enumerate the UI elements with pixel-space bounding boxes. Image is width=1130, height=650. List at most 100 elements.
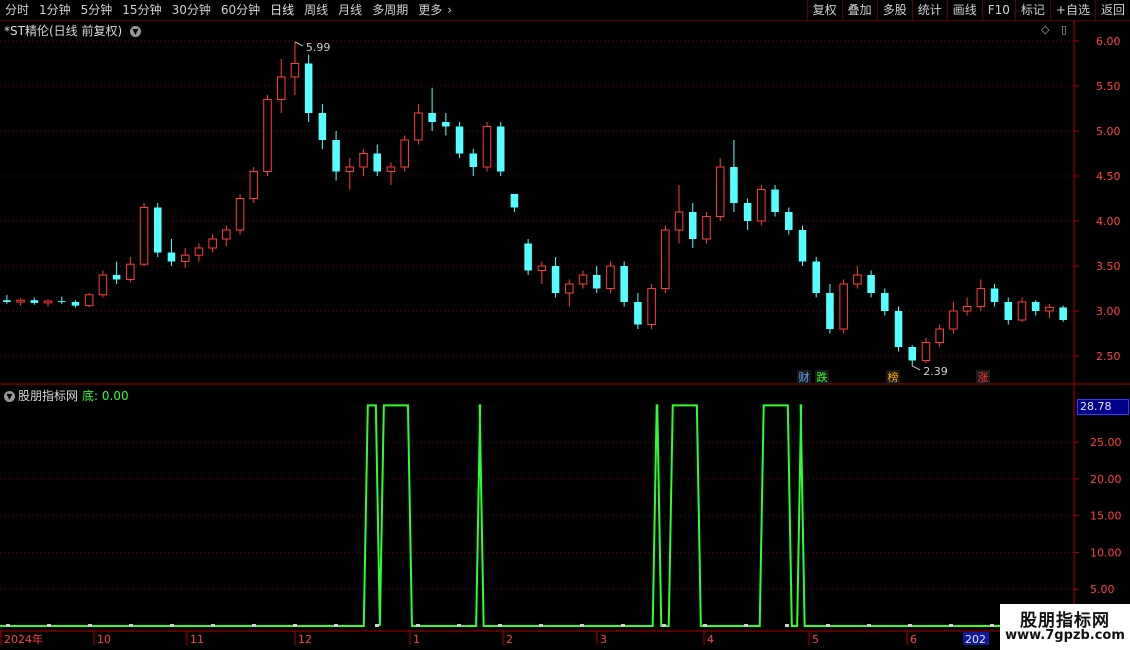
price-tick-label: 5.00 <box>1096 125 1121 138</box>
candle-body-down <box>469 153 478 167</box>
indicator-dot <box>580 624 584 627</box>
indicator-dot <box>6 624 10 627</box>
toolbar-button-6[interactable]: 标记 <box>1014 0 1050 20</box>
period-tab-7[interactable]: 周线 <box>299 0 333 20</box>
toolbar-button-1[interactable]: 叠加 <box>841 0 877 20</box>
time-tick-label: 1 <box>413 633 420 646</box>
watermark: 股朋指标网 www.7gpzb.com <box>1000 604 1130 650</box>
window-icon[interactable]: ▯ <box>1061 23 1067 36</box>
chevron-down-icon[interactable]: ▼ <box>4 391 15 402</box>
indicator-tick-label: 25.00 <box>1090 436 1122 449</box>
time-tick-label: 2 <box>506 633 513 646</box>
chevron-down-icon[interactable]: ▼ <box>129 26 141 37</box>
candle-body-up <box>935 328 944 343</box>
time-cursor-label: 202 <box>965 633 986 646</box>
candle-body-up <box>661 229 670 289</box>
time-tick-label: 5 <box>812 633 819 646</box>
indicator-dot <box>129 624 133 627</box>
time-axis-labels: 2024年 10 11 12 1 2 3 4 5 6 202 <box>0 631 989 646</box>
diamond-icon[interactable]: ◇ <box>1041 23 1049 36</box>
period-tab-2[interactable]: 5分钟 <box>76 0 118 20</box>
price-axis-labels: 6.00 5.50 5.00 4.50 4.00 3.50 3.00 2.50 <box>1096 35 1121 363</box>
candle-body-down <box>1031 302 1040 311</box>
period-tab-10[interactable]: 更多 <box>413 0 447 20</box>
candle-body-up <box>565 283 574 294</box>
toolbar-button-7[interactable]: +自选 <box>1049 0 1095 20</box>
indicator-dot <box>498 624 502 627</box>
candle-body-down <box>867 275 875 293</box>
candle-body-up <box>414 112 423 141</box>
candle-body-up <box>839 283 848 330</box>
event-marker[interactable]: 榜 <box>888 370 899 384</box>
candle-body-down <box>510 194 519 208</box>
time-tick-label: 2024年 <box>4 632 43 646</box>
candlestick-series <box>3 41 1067 366</box>
candle-body-up <box>757 189 766 222</box>
toolbar-button-8[interactable]: 返回 <box>1094 0 1130 20</box>
candle-body-down <box>304 63 313 113</box>
candle-body-down <box>881 293 889 311</box>
candle-body-up <box>578 274 588 285</box>
candle-body-down <box>620 266 628 302</box>
period-tab-0[interactable]: 分时 <box>0 0 34 20</box>
price-tick-label: 5.50 <box>1096 80 1121 93</box>
indicator-dot <box>990 624 994 627</box>
candle-body-down <box>785 212 793 230</box>
toolbar-button-2[interactable]: 多股 <box>876 0 912 20</box>
indicator-tick-label: 5.00 <box>1090 583 1115 596</box>
toolbar-button-5[interactable]: F10 <box>981 0 1015 20</box>
candle-body-up <box>249 171 259 199</box>
candle-body-down <box>332 140 340 172</box>
price-tick-label: 4.00 <box>1096 215 1121 228</box>
stock-title: *ST精伦(日线 前复权) <box>4 24 123 38</box>
indicator-dot <box>826 624 830 627</box>
candle-body-down <box>798 230 807 262</box>
candle-body-down <box>167 252 176 262</box>
indicator-tick-label: 10.00 <box>1090 546 1122 559</box>
period-tab-6[interactable]: 日线 <box>265 0 299 20</box>
candle-body-down <box>71 302 80 306</box>
toolbar-button-4[interactable]: 画线 <box>946 0 982 20</box>
price-tick-label: 6.00 <box>1096 35 1121 48</box>
time-tick-label: 10 <box>97 633 111 646</box>
candle-body-up <box>263 99 272 172</box>
period-tab-5[interactable]: 60分钟 <box>216 0 265 20</box>
period-tab-1[interactable]: 1分钟 <box>34 0 76 20</box>
candle-body-down <box>688 212 697 239</box>
main-chart-title[interactable]: *ST精伦(日线 前复权) ▼ <box>4 22 141 39</box>
candle-body-up <box>921 342 931 361</box>
indicator-title[interactable]: ▼ 股朋指标网 底: 0.00 <box>4 387 129 404</box>
toolbar-right-buttons: 复权 叠加 多股 统计 画线 F10 标记 +自选 返回 <box>806 0 1130 20</box>
candle-body-up <box>674 211 684 231</box>
sub-grid <box>0 441 1079 590</box>
main-grid <box>0 40 1079 357</box>
candle-body-up <box>84 294 94 307</box>
candle-body-down <box>153 207 162 253</box>
period-tab-8[interactable]: 月线 <box>333 0 367 20</box>
candle-body-down <box>826 293 834 329</box>
period-tab-9[interactable]: 多周期 <box>367 0 413 20</box>
candle-body-down <box>551 266 560 293</box>
event-marker[interactable]: 涨 <box>978 371 989 384</box>
toolbar-button-0[interactable]: 复权 <box>806 0 842 20</box>
toolbar-button-3[interactable]: 统计 <box>911 0 947 20</box>
candle-body-up <box>290 63 300 78</box>
candle-body-down <box>634 302 642 325</box>
candle-body-up <box>16 299 25 303</box>
period-tab-4[interactable]: 30分钟 <box>167 0 216 20</box>
candle-body-up <box>853 274 862 285</box>
candle-body-up <box>537 265 547 271</box>
period-tab-3[interactable]: 15分钟 <box>117 0 166 20</box>
candle-body-down <box>812 261 820 293</box>
event-marker[interactable]: 财 <box>799 370 810 384</box>
event-marker[interactable]: 跌 <box>817 370 828 384</box>
indicator-dot <box>785 624 789 627</box>
price-tick-label: 2.50 <box>1096 350 1121 363</box>
time-tick-label: 6 <box>910 633 917 646</box>
indicator-current-value: 28.78 <box>1077 399 1129 415</box>
candle-body-up <box>647 288 656 325</box>
more-arrow-icon[interactable]: › <box>447 0 457 20</box>
candle-body-down <box>373 153 382 172</box>
indicator-dot <box>375 624 379 627</box>
candle-body-down <box>30 300 39 303</box>
